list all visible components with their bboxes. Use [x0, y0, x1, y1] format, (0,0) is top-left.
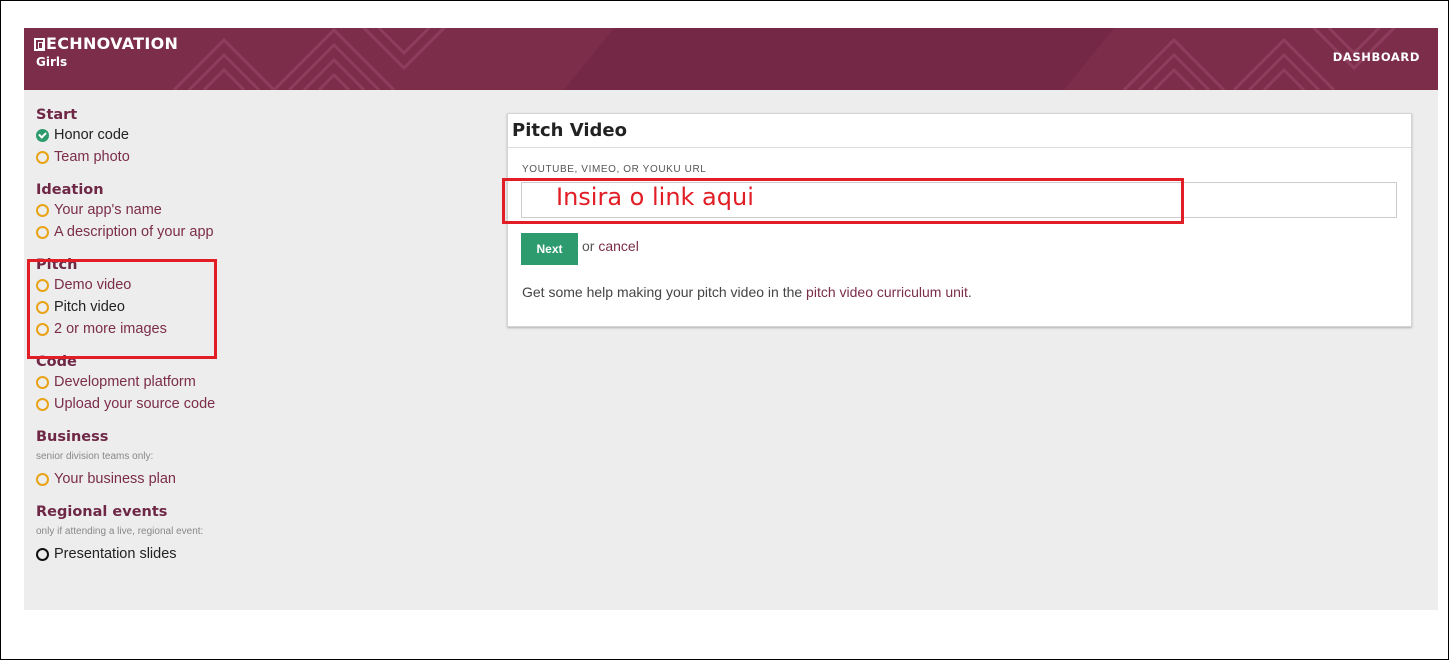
logo-mark-icon [34, 37, 45, 51]
sidebar-item-label: Presentation slides [54, 546, 177, 562]
empty-circle-icon [36, 150, 49, 164]
sidebar-section-title: Regional events [36, 504, 168, 520]
sidebar-item-your-business-plan[interactable]: Your business plan [36, 468, 296, 490]
sidebar-item-your-app-s-name[interactable]: Your app's name [36, 199, 296, 221]
curriculum-link[interactable]: pitch video curriculum unit [806, 284, 968, 300]
cancel-wrap: or cancel [582, 238, 639, 254]
help-text: Get some help making your pitch video in… [522, 284, 972, 300]
sidebar-section-code: Code Development platform Upload your sour… [36, 353, 296, 415]
sidebar-item-honor-code[interactable]: Honor code [36, 124, 296, 146]
sidebar-item-label: Upload your source code [54, 396, 216, 412]
sidebar-section-ideation: Ideation Your app's name A description of … [36, 181, 296, 243]
sidebar-item-label: Development platform [54, 374, 196, 390]
link-annotation: Insira o link aqui [556, 183, 754, 211]
check-circle-icon [36, 128, 49, 142]
sidebar-section-business: Business senior division teams only: Your … [36, 428, 296, 490]
sidebar-item-label: Your app's name [54, 202, 162, 218]
next-button[interactable]: Next [521, 233, 578, 265]
card-title: Pitch Video [512, 120, 627, 141]
sidebar-section-title: Business [36, 429, 109, 445]
empty-circle-icon [36, 375, 49, 389]
empty-circle-icon [36, 203, 49, 217]
title-divider [508, 147, 1411, 148]
help-suffix: . [967, 284, 972, 300]
cancel-link[interactable]: cancel [598, 238, 638, 254]
help-prefix: Get some help making your pitch video in… [522, 284, 803, 300]
empty-circle-icon [36, 225, 49, 239]
sidebar-item-label: A description of your app [54, 224, 214, 240]
technovation-logo[interactable]: ECHNOVATION Girls [34, 36, 178, 68]
empty-circle-icon [36, 397, 49, 411]
empty-circle-icon [36, 547, 49, 561]
url-field-label: YOUTUBE, VIMEO, OR YOUKU URL [522, 164, 707, 175]
sidebar-section-title: Start [36, 107, 78, 123]
top-header: ECHNOVATION Girls DASHBOARD [24, 28, 1438, 90]
sidebar-section-note: only if attending a live, regional event… [36, 526, 204, 537]
sidebar-section-start: Start Honor code Team photo [36, 106, 296, 168]
sidebar-item-development-platform[interactable]: Development platform [36, 371, 296, 393]
header-pattern [172, 28, 1397, 90]
sidebar-section-regional-events: Regional events only if attending a live,… [36, 503, 296, 565]
sidebar-item-label: Honor code [54, 127, 129, 143]
sidebar-item-presentation-slides[interactable]: Presentation slides [36, 543, 296, 565]
sidebar-item-label: Team photo [54, 149, 130, 165]
sidebar-item-a-description-of-your-app[interactable]: A description of your app [36, 221, 296, 243]
main-content: Start Honor code Team photo Ideation Your ap… [24, 90, 1438, 610]
dashboard-link[interactable]: DASHBOARD [1333, 50, 1420, 64]
or-text: or [582, 238, 595, 254]
sidebar-item-label: Your business plan [54, 471, 176, 487]
sidebar-section-note: senior division teams only: [36, 451, 154, 462]
sidebar-item-upload-your-source-code[interactable]: Upload your source code [36, 393, 296, 415]
sidebar-section-title: Ideation [36, 182, 104, 198]
empty-circle-icon [36, 472, 49, 486]
pitch-highlight-box [27, 259, 217, 359]
pitch-video-card: Pitch Video YOUTUBE, VIMEO, OR YOUKU URL… [502, 113, 1412, 327]
sidebar-item-team-photo[interactable]: Team photo [36, 146, 296, 168]
